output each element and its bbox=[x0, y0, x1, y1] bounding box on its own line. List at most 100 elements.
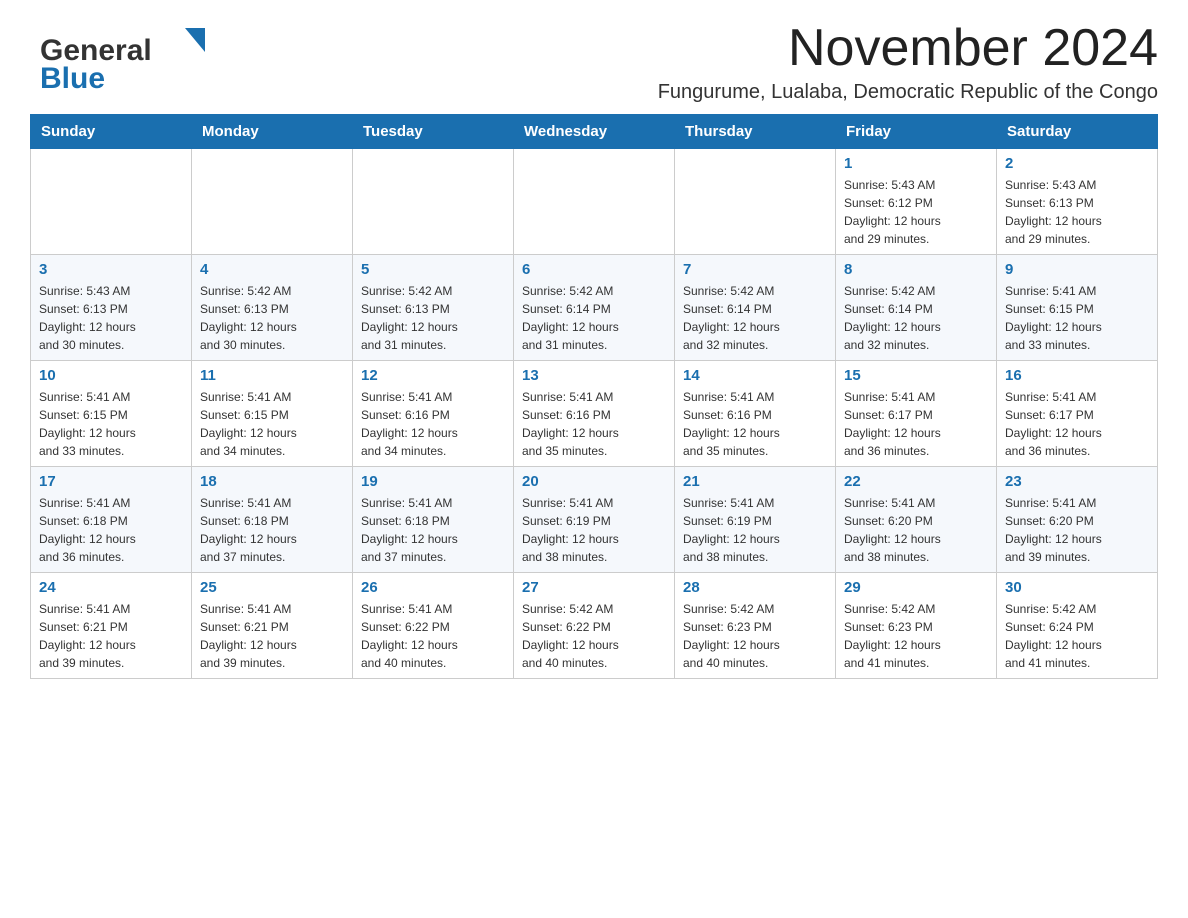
day-info: Sunrise: 5:42 AM Sunset: 6:14 PM Dayligh… bbox=[683, 282, 827, 354]
day-number: 1 bbox=[844, 155, 988, 172]
calendar-cell: 9 Sunrise: 5:41 AM Sunset: 6:15 PM Daylig… bbox=[997, 255, 1158, 361]
day-number: 25 bbox=[200, 579, 344, 596]
day-number: 8 bbox=[844, 261, 988, 278]
day-number: 23 bbox=[1005, 473, 1149, 490]
day-info: Sunrise: 5:42 AM Sunset: 6:13 PM Dayligh… bbox=[200, 282, 344, 354]
calendar-cell: 7 Sunrise: 5:42 AM Sunset: 6:14 PM Daylig… bbox=[675, 255, 836, 361]
logo-container: General Blue bbox=[30, 20, 225, 95]
calendar-cell: 2 Sunrise: 5:43 AM Sunset: 6:13 PM Daylig… bbox=[997, 149, 1158, 255]
calendar-cell: 21Sunrise: 5:41 AM Sunset: 6:19 PM Dayli… bbox=[675, 467, 836, 573]
day-number: 29 bbox=[844, 579, 988, 596]
day-number: 27 bbox=[522, 579, 666, 596]
day-number: 24 bbox=[39, 579, 183, 596]
week-row-1: 1 Sunrise: 5:43 AM Sunset: 6:12 PM Daylig… bbox=[31, 149, 1158, 255]
day-info: Sunrise: 5:41 AM Sunset: 6:22 PM Dayligh… bbox=[361, 600, 505, 672]
day-number: 14 bbox=[683, 367, 827, 384]
day-number: 10 bbox=[39, 367, 183, 384]
day-info: Sunrise: 5:41 AM Sunset: 6:16 PM Dayligh… bbox=[522, 388, 666, 460]
svg-text:Blue: Blue bbox=[40, 62, 105, 95]
day-info: Sunrise: 5:42 AM Sunset: 6:22 PM Dayligh… bbox=[522, 600, 666, 672]
day-number: 12 bbox=[361, 367, 505, 384]
day-info: Sunrise: 5:41 AM Sunset: 6:18 PM Dayligh… bbox=[361, 494, 505, 566]
calendar-cell: 20 Sunrise: 5:41 AM Sunset: 6:19 PM Dayli… bbox=[514, 467, 675, 573]
day-info: Sunrise: 5:41 AM Sunset: 6:19 PM Dayligh… bbox=[522, 494, 666, 566]
day-info: Sunrise: 5:41 AM Sunset: 6:21 PM Dayligh… bbox=[39, 600, 183, 672]
calendar-cell: 29 Sunrise: 5:42 AM Sunset: 6:23 PM Dayli… bbox=[836, 573, 997, 679]
calendar-cell: 10 Sunrise: 5:41 AM Sunset: 6:15 PM Dayli… bbox=[31, 361, 192, 467]
calendar-cell: 24 Sunrise: 5:41 AM Sunset: 6:21 PM Dayli… bbox=[31, 573, 192, 679]
day-info: Sunrise: 5:41 AM Sunset: 6:15 PM Dayligh… bbox=[1005, 282, 1149, 354]
calendar-cell: 19 Sunrise: 5:41 AM Sunset: 6:18 PM Dayli… bbox=[353, 467, 514, 573]
day-number: 28 bbox=[683, 579, 827, 596]
calendar-cell: 12 Sunrise: 5:41 AM Sunset: 6:16 PM Dayli… bbox=[353, 361, 514, 467]
day-number: 16 bbox=[1005, 367, 1149, 384]
day-info: Sunrise: 5:42 AM Sunset: 6:14 PM Dayligh… bbox=[844, 282, 988, 354]
weekday-header-wednesday: Wednesday bbox=[514, 115, 675, 149]
calendar-cell: 13Sunrise: 5:41 AM Sunset: 6:16 PM Dayli… bbox=[514, 361, 675, 467]
day-info: Sunrise: 5:43 AM Sunset: 6:13 PM Dayligh… bbox=[39, 282, 183, 354]
calendar-cell: 5Sunrise: 5:42 AM Sunset: 6:13 PM Daylig… bbox=[353, 255, 514, 361]
weekday-header-sunday: Sunday bbox=[31, 115, 192, 149]
day-number: 26 bbox=[361, 579, 505, 596]
day-number: 5 bbox=[361, 261, 505, 278]
logo-svg: General Blue bbox=[30, 20, 225, 95]
day-info: Sunrise: 5:41 AM Sunset: 6:21 PM Dayligh… bbox=[200, 600, 344, 672]
weekday-header-friday: Friday bbox=[836, 115, 997, 149]
day-number: 18 bbox=[200, 473, 344, 490]
day-number: 17 bbox=[39, 473, 183, 490]
day-number: 7 bbox=[683, 261, 827, 278]
day-info: Sunrise: 5:41 AM Sunset: 6:20 PM Dayligh… bbox=[1005, 494, 1149, 566]
calendar-cell: 11 Sunrise: 5:41 AM Sunset: 6:15 PM Dayli… bbox=[192, 361, 353, 467]
calendar-cell: 15 Sunrise: 5:41 AM Sunset: 6:17 PM Dayli… bbox=[836, 361, 997, 467]
calendar-cell: 14 Sunrise: 5:41 AM Sunset: 6:16 PM Dayli… bbox=[675, 361, 836, 467]
day-number: 6 bbox=[522, 261, 666, 278]
location-title: Fungurume, Lualaba, Democratic Republic … bbox=[658, 81, 1158, 104]
day-info: Sunrise: 5:42 AM Sunset: 6:24 PM Dayligh… bbox=[1005, 600, 1149, 672]
title-area: November 2024 Fungurume, Lualaba, Democr… bbox=[658, 20, 1158, 104]
week-row-5: 24 Sunrise: 5:41 AM Sunset: 6:21 PM Dayli… bbox=[31, 573, 1158, 679]
day-info: Sunrise: 5:42 AM Sunset: 6:14 PM Dayligh… bbox=[522, 282, 666, 354]
day-info: Sunrise: 5:42 AM Sunset: 6:23 PM Dayligh… bbox=[844, 600, 988, 672]
calendar-cell bbox=[31, 149, 192, 255]
day-number: 3 bbox=[39, 261, 183, 278]
day-number: 21 bbox=[683, 473, 827, 490]
calendar-cell: 23 Sunrise: 5:41 AM Sunset: 6:20 PM Dayli… bbox=[997, 467, 1158, 573]
calendar-cell: 8 Sunrise: 5:42 AM Sunset: 6:14 PM Daylig… bbox=[836, 255, 997, 361]
day-number: 20 bbox=[522, 473, 666, 490]
calendar-cell: 26 Sunrise: 5:41 AM Sunset: 6:22 PM Dayli… bbox=[353, 573, 514, 679]
day-number: 15 bbox=[844, 367, 988, 384]
calendar-cell: 28 Sunrise: 5:42 AM Sunset: 6:23 PM Dayli… bbox=[675, 573, 836, 679]
day-info: Sunrise: 5:41 AM Sunset: 6:15 PM Dayligh… bbox=[200, 388, 344, 460]
day-info: Sunrise: 5:41 AM Sunset: 6:18 PM Dayligh… bbox=[39, 494, 183, 566]
day-info: Sunrise: 5:41 AM Sunset: 6:16 PM Dayligh… bbox=[683, 388, 827, 460]
weekday-header-row: SundayMondayTuesdayWednesdayThursdayFrid… bbox=[31, 115, 1158, 149]
day-number: 9 bbox=[1005, 261, 1149, 278]
logo-area: General Blue bbox=[30, 20, 225, 95]
weekday-header-saturday: Saturday bbox=[997, 115, 1158, 149]
month-title: November 2024 bbox=[658, 20, 1158, 77]
calendar-cell: 25 Sunrise: 5:41 AM Sunset: 6:21 PM Dayli… bbox=[192, 573, 353, 679]
calendar-cell bbox=[675, 149, 836, 255]
day-info: Sunrise: 5:42 AM Sunset: 6:23 PM Dayligh… bbox=[683, 600, 827, 672]
week-row-3: 10 Sunrise: 5:41 AM Sunset: 6:15 PM Dayli… bbox=[31, 361, 1158, 467]
page-header: General Blue November 2024 Fungurume, Lu… bbox=[30, 20, 1158, 104]
day-info: Sunrise: 5:41 AM Sunset: 6:15 PM Dayligh… bbox=[39, 388, 183, 460]
day-info: Sunrise: 5:41 AM Sunset: 6:17 PM Dayligh… bbox=[844, 388, 988, 460]
day-number: 11 bbox=[200, 367, 344, 384]
calendar-cell: 30Sunrise: 5:42 AM Sunset: 6:24 PM Dayli… bbox=[997, 573, 1158, 679]
weekday-header-thursday: Thursday bbox=[675, 115, 836, 149]
weekday-header-tuesday: Tuesday bbox=[353, 115, 514, 149]
calendar-cell: 4Sunrise: 5:42 AM Sunset: 6:13 PM Daylig… bbox=[192, 255, 353, 361]
day-number: 22 bbox=[844, 473, 988, 490]
week-row-4: 17 Sunrise: 5:41 AM Sunset: 6:18 PM Dayli… bbox=[31, 467, 1158, 573]
calendar-cell: 18Sunrise: 5:41 AM Sunset: 6:18 PM Dayli… bbox=[192, 467, 353, 573]
day-number: 19 bbox=[361, 473, 505, 490]
day-info: Sunrise: 5:41 AM Sunset: 6:16 PM Dayligh… bbox=[361, 388, 505, 460]
calendar-cell: 3 Sunrise: 5:43 AM Sunset: 6:13 PM Daylig… bbox=[31, 255, 192, 361]
day-info: Sunrise: 5:43 AM Sunset: 6:13 PM Dayligh… bbox=[1005, 176, 1149, 248]
week-row-2: 3 Sunrise: 5:43 AM Sunset: 6:13 PM Daylig… bbox=[31, 255, 1158, 361]
calendar-cell: 1 Sunrise: 5:43 AM Sunset: 6:12 PM Daylig… bbox=[836, 149, 997, 255]
day-info: Sunrise: 5:43 AM Sunset: 6:12 PM Dayligh… bbox=[844, 176, 988, 248]
day-number: 2 bbox=[1005, 155, 1149, 172]
calendar-cell bbox=[514, 149, 675, 255]
